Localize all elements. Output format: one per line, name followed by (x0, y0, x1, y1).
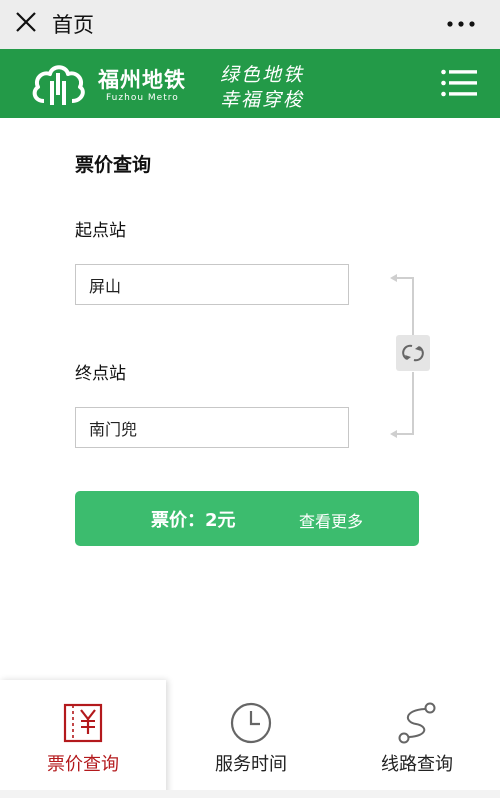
site-header: 福州地铁 Fuzhou Metro 绿色地铁 幸福穿梭 (0, 49, 500, 118)
tab-label: 服务时间 (215, 754, 287, 775)
brand-name-en: Fuzhou Metro (106, 93, 179, 103)
fare-price: 票价：2元 (151, 510, 236, 531)
from-station-input[interactable] (75, 264, 349, 305)
slogan-line-1: 绿色地铁 (220, 64, 305, 86)
to-station-label: 终点站 (75, 364, 126, 384)
close-icon[interactable] (13, 9, 39, 35)
clock-icon (230, 702, 272, 744)
more-dots-icon[interactable] (446, 14, 476, 34)
metro-logo-icon (32, 65, 85, 105)
to-station-input[interactable] (75, 407, 349, 448)
ticket-yen-icon (63, 703, 103, 743)
tab-fare-query[interactable]: 票价查询 (0, 680, 166, 798)
bottom-strip (0, 790, 500, 798)
page-title: 首页 (52, 13, 94, 37)
tab-service-time[interactable]: 服务时间 (168, 680, 334, 798)
tab-label: 票价查询 (47, 754, 119, 775)
route-icon (398, 702, 436, 744)
fare-result-bar: 票价：2元 查看更多 (75, 491, 419, 546)
hamburger-menu-icon[interactable] (441, 69, 477, 97)
from-station-label: 起点站 (75, 221, 126, 241)
tab-route-query[interactable]: 线路查询 (334, 680, 500, 798)
bottom-tab-bar: 票价查询 服务时间 线路查询 (0, 680, 500, 798)
slogan-line-2: 幸福穿梭 (220, 89, 305, 111)
fare-query-title: 票价查询 (75, 154, 152, 176)
swap-stations-button[interactable] (396, 335, 430, 371)
tab-label: 线路查询 (381, 754, 453, 775)
top-bar: 首页 (0, 0, 500, 49)
view-more-link[interactable]: 查看更多 (299, 508, 363, 532)
brand-name-cn: 福州地铁 (98, 68, 186, 92)
swap-stations-icon (402, 344, 424, 362)
